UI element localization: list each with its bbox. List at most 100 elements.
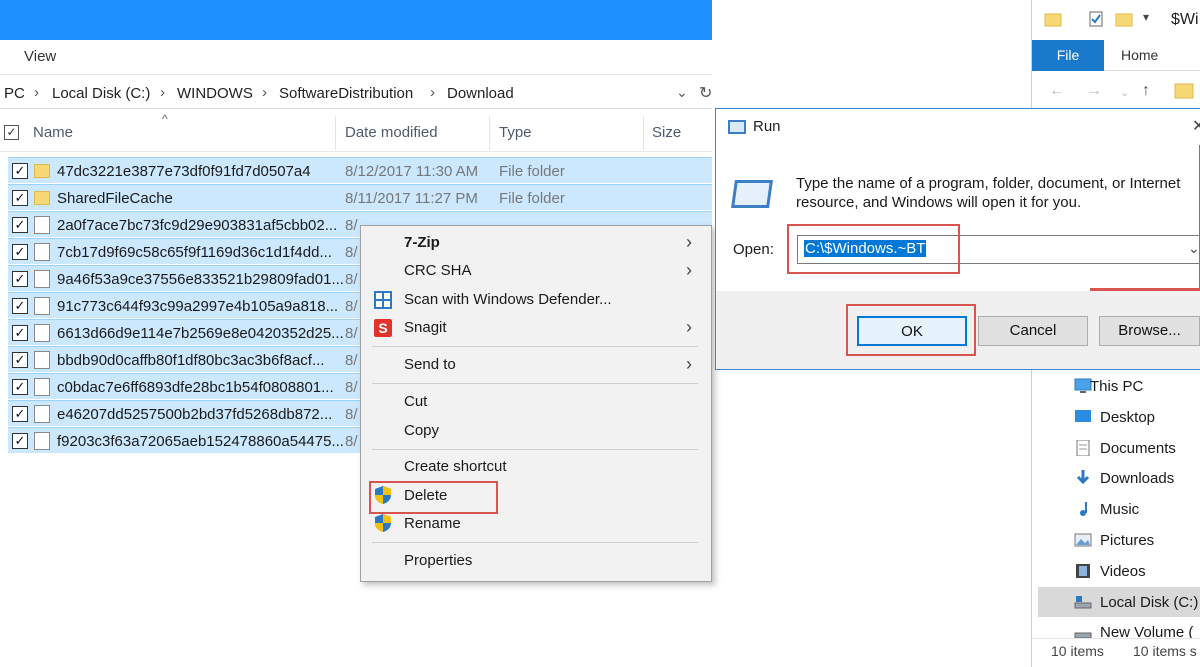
chevron-right-icon: › bbox=[160, 84, 165, 101]
new-folder-icon[interactable] bbox=[1115, 10, 1133, 28]
file-name: 9a46f53a9ce37556e833521b29809fad01... bbox=[57, 271, 344, 288]
menu-item-copy[interactable]: Copy bbox=[404, 422, 439, 439]
breadcrumb-download[interactable]: Download bbox=[447, 85, 514, 102]
file-icon bbox=[34, 351, 50, 369]
column-divider[interactable] bbox=[643, 116, 644, 150]
column-name[interactable]: Name bbox=[33, 124, 73, 141]
tree-item-pictures[interactable]: Pictures bbox=[1100, 532, 1154, 549]
row-checkbox[interactable]: ✓ bbox=[12, 406, 28, 422]
menu-item-properties[interactable]: Properties bbox=[404, 552, 472, 569]
column-date-modified[interactable]: Date modified bbox=[345, 124, 438, 141]
breadcrumb-local-disk[interactable]: Local Disk (C:) bbox=[52, 85, 150, 102]
music-icon bbox=[1080, 502, 1087, 516]
row-checkbox[interactable]: ✓ bbox=[12, 163, 28, 179]
file-name: 7cb17d9f69c58c65f9f1169d36c1d1f4dd... bbox=[57, 244, 332, 261]
file-date: 8/ bbox=[345, 271, 358, 288]
breadcrumb-windows[interactable]: WINDOWS bbox=[177, 85, 253, 102]
row-checkbox[interactable]: ✓ bbox=[12, 244, 28, 260]
windows-defender-icon bbox=[374, 291, 392, 309]
file-date: 8/ bbox=[345, 433, 358, 450]
tree-item-videos[interactable]: Videos bbox=[1100, 563, 1146, 580]
status-selected-count: 10 items s bbox=[1133, 643, 1197, 659]
file-date: 8/ bbox=[345, 298, 358, 315]
menu-item-cut[interactable]: Cut bbox=[404, 393, 427, 410]
menu-item-snagit[interactable]: Snagit bbox=[404, 319, 447, 336]
chevron-down-icon[interactable]: ⌄ bbox=[1188, 240, 1200, 257]
chevron-right-icon: › bbox=[686, 317, 692, 337]
menu-item-create-shortcut[interactable]: Create shortcut bbox=[404, 458, 507, 475]
row-checkbox[interactable]: ✓ bbox=[12, 379, 28, 395]
row-checkbox[interactable]: ✓ bbox=[12, 190, 28, 206]
ok-highlight-box bbox=[846, 304, 976, 356]
chevron-down-icon[interactable]: ⌄ bbox=[1120, 86, 1129, 99]
cancel-button[interactable]: Cancel bbox=[978, 316, 1088, 346]
table-row[interactable]: ✓ 47dc3221e3877e73df0f91fd7d0507a4 8/12/20… bbox=[8, 157, 712, 183]
local-disk-icon bbox=[1074, 596, 1092, 609]
file-name: c0bdac7e6ff6893dfe28bc1b54f0808801... bbox=[57, 379, 334, 396]
file-icon bbox=[34, 405, 50, 423]
explorer-title-bar bbox=[0, 0, 712, 40]
tree-item-desktop[interactable]: Desktop bbox=[1100, 409, 1155, 426]
column-divider[interactable] bbox=[335, 116, 336, 150]
tab-home[interactable]: Home bbox=[1121, 47, 1158, 63]
row-checkbox[interactable]: ✓ bbox=[12, 271, 28, 287]
menu-item-scan-defender[interactable]: Scan with Windows Defender... bbox=[404, 291, 612, 308]
row-checkbox[interactable]: ✓ bbox=[12, 217, 28, 233]
tab-view[interactable]: View bbox=[24, 48, 56, 65]
pictures-icon bbox=[1074, 533, 1092, 547]
tab-file[interactable]: File bbox=[1032, 40, 1104, 71]
table-row[interactable]: ✓ SharedFileCache 8/11/2017 11:27 PM File f… bbox=[8, 184, 712, 210]
column-size[interactable]: Size bbox=[652, 124, 681, 141]
menu-separator bbox=[372, 542, 698, 543]
browse-button[interactable]: Browse... bbox=[1099, 316, 1200, 346]
file-icon bbox=[34, 432, 50, 450]
close-icon[interactable]: ✕ bbox=[1192, 116, 1200, 136]
column-divider[interactable] bbox=[489, 116, 490, 150]
row-checkbox[interactable]: ✓ bbox=[12, 298, 28, 314]
row-checkbox[interactable]: ✓ bbox=[12, 325, 28, 341]
snagit-icon: S bbox=[374, 319, 392, 337]
column-type[interactable]: Type bbox=[499, 124, 532, 141]
sort-up-icon: ^ bbox=[162, 112, 168, 126]
breadcrumb-pc[interactable]: PC bbox=[4, 85, 25, 102]
folder-icon bbox=[34, 191, 50, 205]
menu-item-send-to[interactable]: Send to bbox=[404, 356, 456, 373]
file-date: 8/ bbox=[345, 352, 358, 369]
tree-item-music[interactable]: Music bbox=[1100, 501, 1139, 518]
open-highlight-box bbox=[787, 224, 960, 274]
row-checkbox[interactable]: ✓ bbox=[12, 433, 28, 449]
select-all-checkbox[interactable]: ✓ bbox=[4, 125, 19, 140]
file-name: f9203c3f63a72065aeb152478860a54475... bbox=[57, 433, 344, 450]
run-title-bar[interactable] bbox=[716, 109, 1200, 145]
menu-item-rename[interactable]: Rename bbox=[404, 515, 461, 532]
folder-icon bbox=[1174, 83, 1194, 99]
file-icon bbox=[34, 297, 50, 315]
chevron-right-icon: › bbox=[262, 84, 267, 101]
customize-toolbar-icon[interactable]: ▾ bbox=[1143, 10, 1149, 24]
forward-arrow-icon[interactable]: → bbox=[1086, 82, 1102, 100]
folder-icon bbox=[1044, 13, 1062, 27]
refresh-icon[interactable]: ↻ bbox=[699, 83, 712, 103]
file-icon bbox=[34, 270, 50, 288]
tree-item-this-pc[interactable]: This PC bbox=[1090, 378, 1143, 395]
breadcrumb-softwaredistribution[interactable]: SoftwareDistribution bbox=[279, 85, 413, 102]
folder-icon bbox=[34, 164, 50, 178]
tree-item-downloads[interactable]: Downloads bbox=[1100, 470, 1174, 487]
file-date: 8/ bbox=[345, 379, 358, 396]
chevron-down-icon[interactable]: ⌄ bbox=[676, 84, 688, 101]
file-icon bbox=[34, 324, 50, 342]
file-name: 6613d66d9e114e7b2569e8e0420352d25... bbox=[57, 325, 344, 342]
properties-icon[interactable] bbox=[1087, 10, 1105, 28]
uac-shield-icon bbox=[375, 514, 391, 532]
back-arrow-icon[interactable]: ← bbox=[1049, 82, 1065, 100]
tree-item-documents[interactable]: Documents bbox=[1100, 440, 1176, 457]
file-icon bbox=[34, 378, 50, 396]
status-item-count: 10 items bbox=[1051, 643, 1104, 659]
menu-item-crc-sha[interactable]: CRC SHA bbox=[404, 262, 472, 279]
menu-item-7zip[interactable]: 7-Zip bbox=[404, 234, 440, 251]
run-program-icon bbox=[731, 180, 773, 208]
row-checkbox[interactable]: ✓ bbox=[12, 352, 28, 368]
tree-item-local-disk[interactable]: Local Disk (C:) bbox=[1100, 594, 1198, 611]
up-arrow-icon[interactable]: ↑ bbox=[1142, 82, 1150, 100]
documents-icon bbox=[1076, 440, 1090, 456]
